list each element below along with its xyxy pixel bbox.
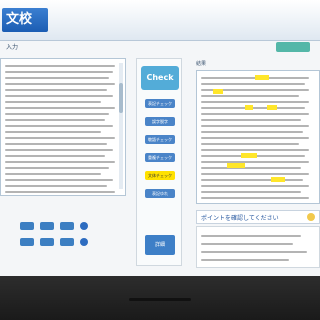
- control-button[interactable]: [40, 238, 54, 246]
- app-screen: 文校 入力 結果 Check 表記チェック 誤字脱字 敬語チェック 重複チェック…: [0, 0, 320, 276]
- check-panel: Check 表記チェック 誤字脱字 敬語チェック 重複チェック 文体チェック 表…: [136, 58, 182, 266]
- feature-button-2[interactable]: 誤字脱字: [145, 117, 175, 126]
- feature-button-1[interactable]: 表記チェック: [145, 99, 175, 108]
- highlight-mark[interactable]: [245, 105, 253, 110]
- highlight-mark[interactable]: [241, 153, 257, 158]
- result-toolbar: ポイントを確認してください: [196, 210, 320, 224]
- control-button[interactable]: [40, 222, 54, 230]
- result-hint: 結果: [196, 61, 207, 67]
- input-text-panel[interactable]: [0, 58, 126, 196]
- highlight-mark[interactable]: [213, 89, 223, 94]
- control-round-button[interactable]: [80, 222, 88, 230]
- header-action-button[interactable]: [276, 42, 310, 52]
- control-button[interactable]: [20, 238, 34, 246]
- result-toolbar-text: ポイントを確認してください: [201, 215, 279, 222]
- control-button[interactable]: [60, 238, 74, 246]
- feature-button-6[interactable]: 表記ゆれ: [145, 189, 175, 198]
- control-button[interactable]: [60, 222, 74, 230]
- result-summary-panel: [196, 226, 320, 268]
- result-text-panel[interactable]: [196, 70, 320, 204]
- warning-icon[interactable]: [307, 213, 315, 221]
- feature-button-3[interactable]: 敬語チェック: [145, 135, 175, 144]
- feature-button-5[interactable]: 文体チェック: [145, 171, 175, 180]
- highlight-mark[interactable]: [255, 75, 269, 80]
- control-round-button[interactable]: [80, 238, 88, 246]
- input-controls: [0, 214, 126, 254]
- input-scroll-thumb[interactable]: [119, 83, 123, 113]
- app-header: 文校: [0, 0, 320, 41]
- control-button[interactable]: [20, 222, 34, 230]
- highlight-mark[interactable]: [227, 163, 245, 168]
- input-hint: 入力: [6, 44, 19, 51]
- highlight-mark[interactable]: [267, 105, 277, 110]
- feature-button-4[interactable]: 重複チェック: [145, 153, 175, 162]
- highlight-mark[interactable]: [271, 177, 285, 182]
- laptop-frame: 文校 入力 結果 Check 表記チェック 誤字脱字 敬語チェック 重複チェック…: [0, 0, 320, 320]
- check-button[interactable]: Check: [141, 66, 179, 90]
- input-scrollbar[interactable]: [119, 63, 123, 189]
- app-title: 文校: [2, 8, 48, 32]
- laptop-hinge: [129, 298, 191, 301]
- detail-button[interactable]: 詳細: [145, 235, 175, 255]
